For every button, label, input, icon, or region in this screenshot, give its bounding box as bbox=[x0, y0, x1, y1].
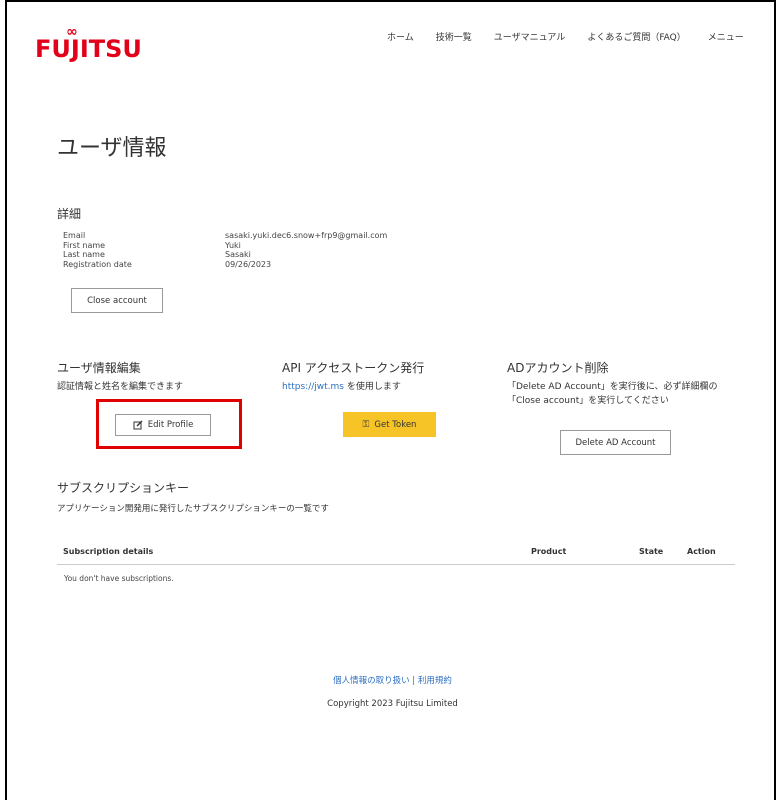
header: ∞ FUJITSU ホーム 技術一覧 ユーザマニュアル よくあるご質問（FAQ）… bbox=[7, 2, 778, 72]
ad-text-line2: 「Close account」を実行してください bbox=[507, 396, 669, 406]
nav-technologies[interactable]: 技術一覧 bbox=[436, 30, 472, 43]
profile-heading: ユーザ情報編集 bbox=[57, 361, 141, 375]
api-text-suffix: を使用します bbox=[343, 382, 401, 392]
value-last-name: Sasaki bbox=[225, 250, 251, 259]
profile-text: 認証情報と姓名を編集できます bbox=[57, 382, 184, 392]
label-first-name: First name bbox=[63, 240, 106, 250]
top-nav: ホーム 技術一覧 ユーザマニュアル よくあるご質問（FAQ） メニュー bbox=[387, 30, 744, 43]
col-product: Product bbox=[531, 547, 567, 556]
details-labels: Email First name Last name Registration … bbox=[63, 231, 132, 269]
value-email: sasaki.yuki.dec6.snow+frp9@gmail.com bbox=[225, 231, 388, 240]
details-values: sasaki.yuki.dec6.snow+frp9@gmail.com Yuk… bbox=[225, 231, 387, 269]
ad-text-line1: 「Delete AD Account」を実行後に、必ず詳細欄の bbox=[507, 382, 718, 392]
highlight-box bbox=[96, 399, 242, 449]
page-title: ユーザ情報 bbox=[57, 136, 167, 161]
fujitsu-logo[interactable]: FUJITSU bbox=[35, 35, 142, 63]
value-registration-date: 09/26/2023 bbox=[225, 259, 272, 269]
col-action: Action bbox=[687, 547, 716, 556]
ad-text: 「Delete AD Account」を実行後に、必ず詳細欄の 「Close a… bbox=[507, 380, 717, 408]
label-email: Email bbox=[63, 231, 86, 240]
footer-links: 個人情報の取り扱い | 利用規約 bbox=[7, 674, 778, 686]
nav-faq[interactable]: よくあるご質問（FAQ） bbox=[587, 30, 685, 43]
subscriptions-table-header: Subscription details Product State Actio… bbox=[57, 542, 735, 565]
subscriptions-heading: サブスクリプションキー bbox=[57, 481, 190, 495]
jwt-link[interactable]: https://jwt.ms bbox=[282, 382, 344, 392]
value-first-name: Yuki bbox=[225, 240, 241, 250]
privacy-link[interactable]: 個人情報の取り扱い bbox=[333, 676, 410, 686]
subscriptions-empty-text: You don't have subscriptions. bbox=[64, 574, 174, 583]
footer-separator: | bbox=[409, 676, 418, 686]
api-heading: API アクセストークン発行 bbox=[282, 361, 425, 375]
details-heading: 詳細 bbox=[57, 207, 82, 221]
label-last-name: Last name bbox=[63, 250, 105, 259]
terms-link[interactable]: 利用規約 bbox=[418, 676, 452, 686]
col-state: State bbox=[639, 547, 664, 556]
nav-menu[interactable]: メニュー bbox=[708, 30, 744, 43]
label-registration-date: Registration date bbox=[63, 259, 132, 269]
key-icon: ⚿ bbox=[362, 419, 370, 430]
delete-ad-account-button[interactable]: Delete AD Account bbox=[560, 430, 671, 455]
ad-heading: ADアカウント削除 bbox=[507, 361, 609, 375]
nav-user-manual[interactable]: ユーザマニュアル bbox=[494, 30, 566, 43]
copyright: Copyright 2023 Fujitsu Limited bbox=[327, 699, 458, 709]
get-token-label: Get Token bbox=[374, 419, 417, 430]
close-account-button[interactable]: Close account bbox=[71, 288, 163, 313]
subscriptions-text: アプリケーション開発用に発行したサブスクリプションキーの一覧です bbox=[57, 504, 329, 514]
get-token-button[interactable]: ⚿ Get Token bbox=[343, 412, 436, 437]
col-subscription-details: Subscription details bbox=[63, 547, 154, 556]
api-text: https://jwt.ms を使用します bbox=[282, 380, 401, 394]
nav-home[interactable]: ホーム bbox=[387, 30, 414, 43]
page-frame: ∞ FUJITSU ホーム 技術一覧 ユーザマニュアル よくあるご質問（FAQ）… bbox=[5, 0, 776, 800]
